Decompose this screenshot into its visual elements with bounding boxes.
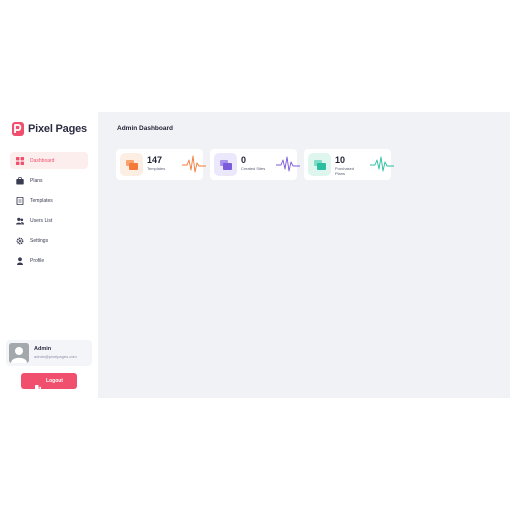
app-window: Pixel Pages Dashboard Plans Templates Us… [0, 112, 510, 398]
sidebar-item-label: Plans [30, 177, 43, 184]
stat-value: 147 [147, 155, 163, 165]
stats-cards: 147 Templates 0 Created Sites 10 Purchas… [116, 149, 406, 180]
user-card[interactable]: Admin admin@pixelpages.com [6, 340, 92, 366]
sidebar-item-settings[interactable]: Settings [10, 232, 88, 249]
grid-icon [16, 156, 24, 165]
logout-label: Logout [46, 378, 63, 384]
users-icon [16, 217, 24, 225]
logout-button[interactable]: Logout [21, 373, 77, 391]
sidebar-nav: Dashboard Plans Templates Users List Set… [10, 152, 88, 272]
gear-icon [16, 237, 24, 245]
briefcase-icon [16, 176, 24, 185]
stat-label: Purchased Plans [335, 166, 355, 176]
sparkline-chart [182, 155, 206, 173]
sidebar-item-templates[interactable]: Templates [10, 192, 88, 209]
stat-label: Templates [147, 166, 166, 171]
logout-icon [35, 378, 42, 391]
page-title: Admin Dashboard [117, 125, 173, 132]
sidebar-item-plans[interactable]: Plans [10, 172, 88, 189]
sidebar: Pixel Pages Dashboard Plans Templates Us… [0, 112, 98, 398]
document-icon [16, 196, 24, 205]
brand-name-part1: Pixel [28, 123, 53, 135]
brand-name: Pixel Pages [28, 123, 87, 135]
avatar [9, 343, 29, 363]
user-name: Admin [34, 346, 52, 352]
user-icon [16, 256, 24, 265]
sidebar-item-label: Dashboard [30, 157, 55, 164]
sparkline-chart [370, 156, 394, 172]
stat-label: Created Sites [241, 166, 266, 171]
sparkline-chart [276, 156, 300, 172]
brand-name-part2: Pages [55, 123, 88, 135]
sidebar-item-dashboard[interactable]: Dashboard [10, 152, 88, 169]
logo-icon [12, 122, 24, 136]
cards-icon [120, 153, 143, 176]
sidebar-item-profile[interactable]: Profile [10, 252, 88, 269]
stat-card-purchased-plans[interactable]: 10 Purchased Plans [304, 149, 394, 180]
sidebar-item-label: Profile [30, 257, 45, 264]
sidebar-item-label: Settings [30, 237, 49, 244]
user-email: admin@pixelpages.com [34, 354, 77, 359]
main-content: Admin Dashboard 147 Templates 0 Created … [98, 112, 510, 398]
brand-logo[interactable]: Pixel Pages [12, 122, 87, 136]
stat-card-created-sites[interactable]: 0 Created Sites [210, 149, 300, 180]
sidebar-item-label: Users List [30, 217, 53, 224]
sidebar-item-label: Templates [30, 197, 53, 204]
stat-value: 10 [335, 155, 346, 165]
stat-card-templates[interactable]: 147 Templates [116, 149, 206, 180]
cards-icon [214, 153, 237, 176]
cards-icon [308, 153, 331, 176]
stat-value: 0 [241, 155, 247, 165]
sidebar-item-users[interactable]: Users List [10, 212, 88, 229]
